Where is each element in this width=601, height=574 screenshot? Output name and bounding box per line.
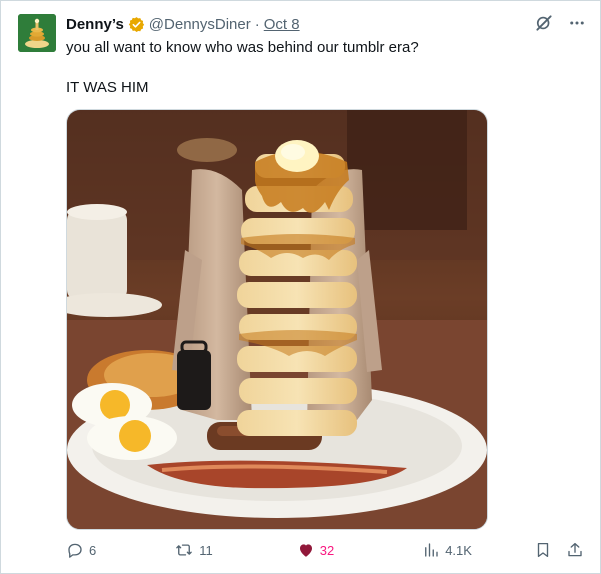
tweet-text-line: IT WAS HIM	[66, 79, 149, 96]
views-count: 4.1K	[445, 542, 472, 558]
tweet-card[interactable]: Denny’s @DennysDiner · Oct 8 you all wan…	[0, 0, 601, 574]
views-button[interactable]: 4.1K	[422, 541, 472, 559]
tweet-text-line: you all want to know who was behind our …	[66, 39, 419, 56]
separator: ·	[254, 15, 260, 33]
top-actions	[534, 13, 586, 33]
tweet-date-link[interactable]: Oct 8	[264, 16, 300, 33]
reply-button[interactable]: 6	[66, 541, 96, 559]
more-options-icon[interactable]	[568, 14, 586, 32]
dennys-logo-icon	[18, 14, 56, 52]
right-actions	[534, 541, 584, 559]
like-button[interactable]: 32	[297, 541, 334, 559]
retweet-button[interactable]: 11	[174, 541, 213, 559]
bookmark-icon[interactable]	[534, 541, 552, 559]
verified-badge-icon	[128, 16, 144, 32]
handle[interactable]: @DennysDiner	[149, 16, 251, 33]
like-count: 32	[319, 542, 335, 558]
display-name[interactable]: Denny’s	[66, 16, 124, 33]
action-bar: 6 11 32 4.1K	[66, 539, 584, 561]
tweet-header: Denny’s @DennysDiner · Oct 8	[66, 14, 540, 34]
tweet-text: you all want to know who was behind our …	[66, 38, 566, 98]
avatar[interactable]	[18, 14, 56, 52]
reply-count: 6	[89, 542, 97, 558]
grok-icon[interactable]	[534, 13, 554, 33]
heart-icon	[299, 544, 312, 557]
views-icon	[425, 543, 438, 557]
reply-icon	[68, 543, 82, 558]
share-icon[interactable]	[566, 541, 584, 559]
tweet-image[interactable]	[66, 109, 488, 530]
retweet-count: 11	[199, 542, 213, 558]
pancake-stack-trenchcoat-image	[67, 110, 487, 529]
retweet-icon	[176, 544, 193, 556]
